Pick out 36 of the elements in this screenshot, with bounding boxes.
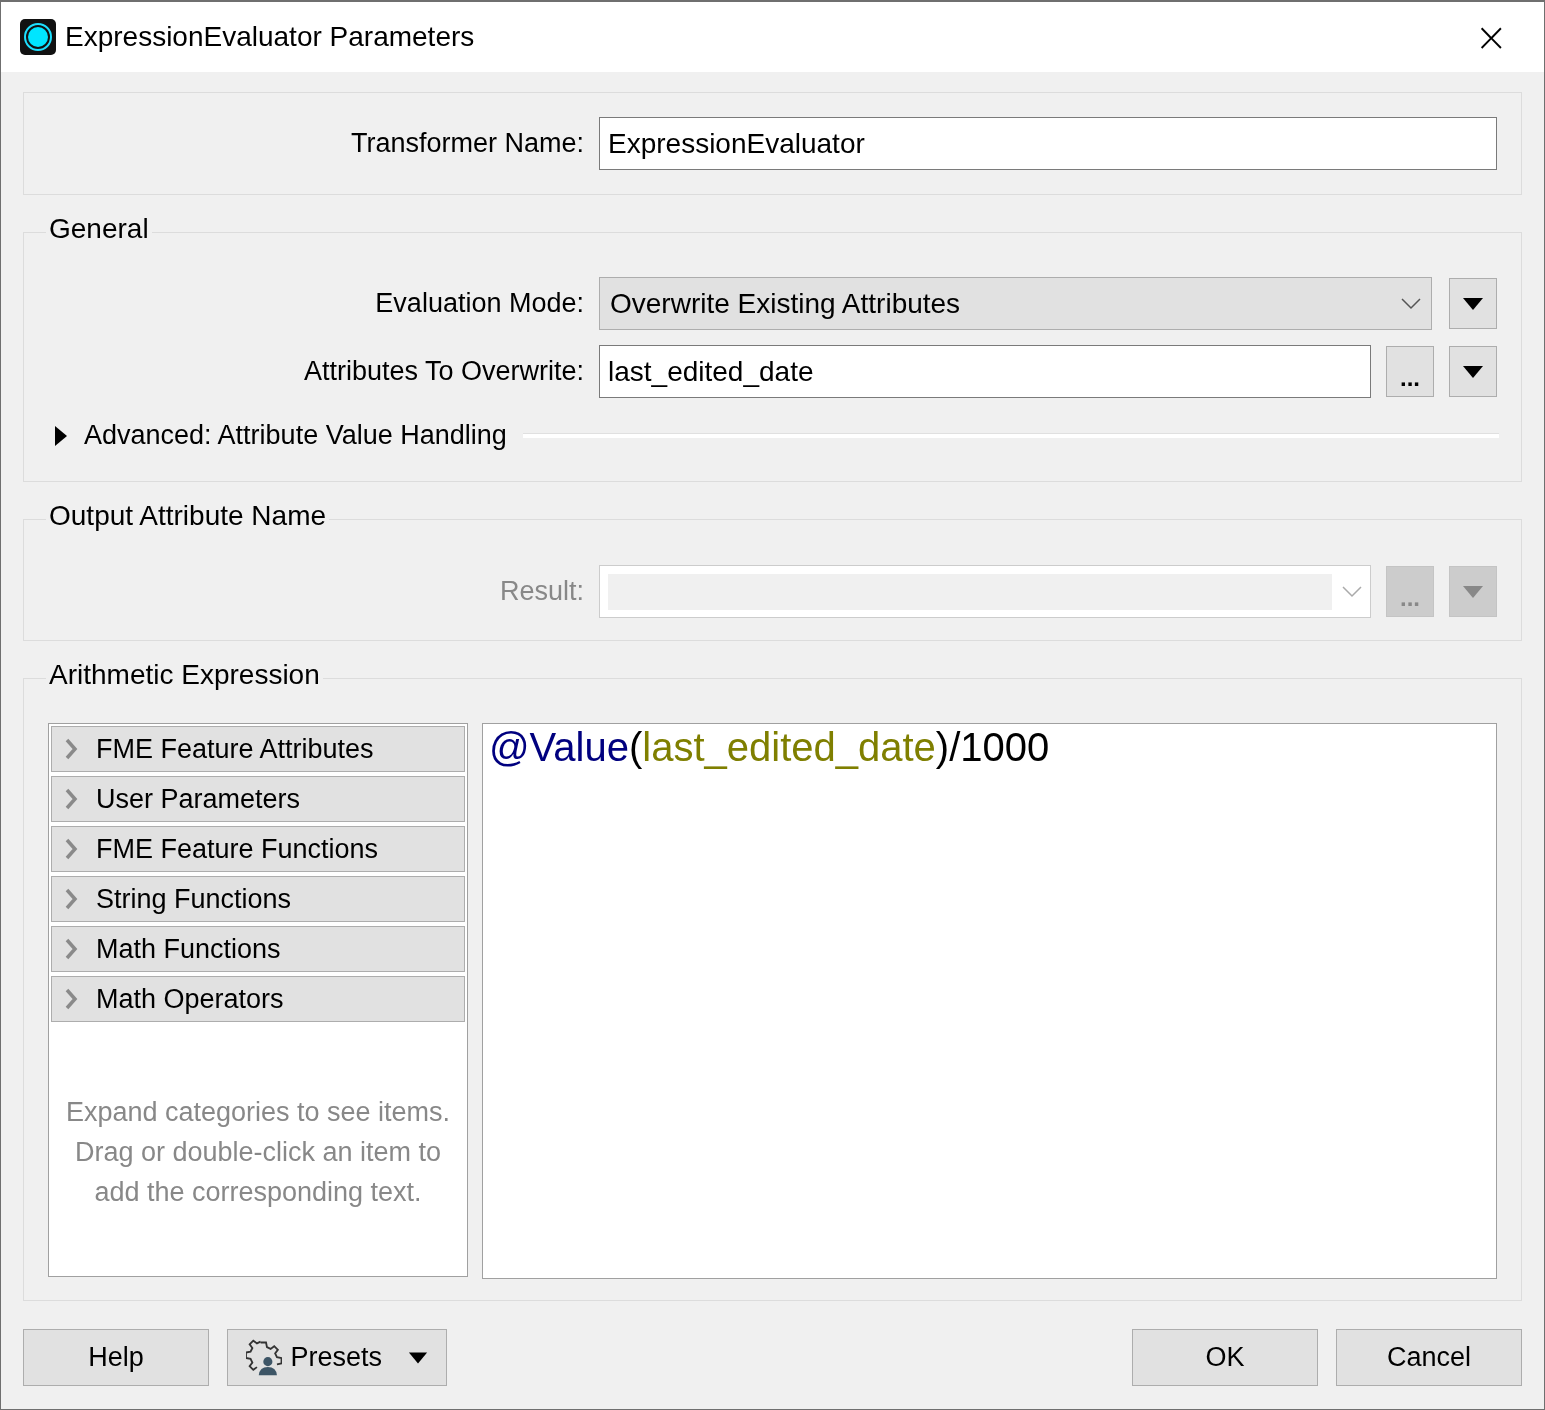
expression-text: @Value(last_edited_date)/1000 [489,725,1050,769]
category-item[interactable]: FME Feature Attributes [51,726,465,772]
evaluation-mode-dropdown[interactable]: Overwrite Existing Attributes [599,277,1432,330]
gear-person-icon [246,1337,283,1378]
field-label: Transformer Name: [349,128,584,159]
chevron-down-icon [1401,297,1421,310]
ellipsis-button[interactable]: ... [1386,346,1434,397]
close-button[interactable]: × [1456,14,1526,60]
triangle-right-icon[interactable] [54,423,68,448]
chevron-down-icon [1342,585,1362,598]
presets-label: Presets [290,1342,382,1373]
dropdown-button[interactable] [1449,278,1497,329]
category-item[interactable]: FME Feature Functions [51,826,465,872]
attributes-field[interactable]: last_edited_date [599,345,1371,398]
category-item[interactable]: Math Functions [51,926,465,972]
ok-button[interactable]: OK [1132,1329,1318,1386]
category-item[interactable]: String Functions [51,876,465,922]
triangle-down-icon [1462,584,1484,599]
field-label: Evaluation Mode: [374,288,584,319]
expression-editor[interactable]: @Value(last_edited_date)/1000 [482,723,1497,1279]
field-label: Result: [498,576,584,607]
dropdown-button[interactable] [1449,346,1497,397]
triangle-down-icon [1462,296,1484,311]
caret-icon [407,1350,428,1365]
hint-text: Expand categories to see items. Drag or double-click an item to add the corresponding text. [64,1096,452,1209]
field-label: Attributes To Overwrite: [302,356,584,387]
presets-button[interactable]: Presets [227,1329,447,1386]
section-toggle-label[interactable]: Advanced: Attribute Value Handling [84,420,507,451]
app-logo-icon [19,18,57,56]
triangle-down-icon [1462,364,1484,379]
transformer-name-field[interactable]: ExpressionEvaluator [599,117,1497,170]
cancel-button[interactable]: Cancel [1336,1329,1522,1386]
window-title: ExpressionEvaluator Parameters [65,21,476,53]
category-item[interactable]: Math Operators [51,976,465,1022]
help-button[interactable]: Help [23,1329,209,1386]
category-item[interactable]: User Parameters [51,776,465,822]
